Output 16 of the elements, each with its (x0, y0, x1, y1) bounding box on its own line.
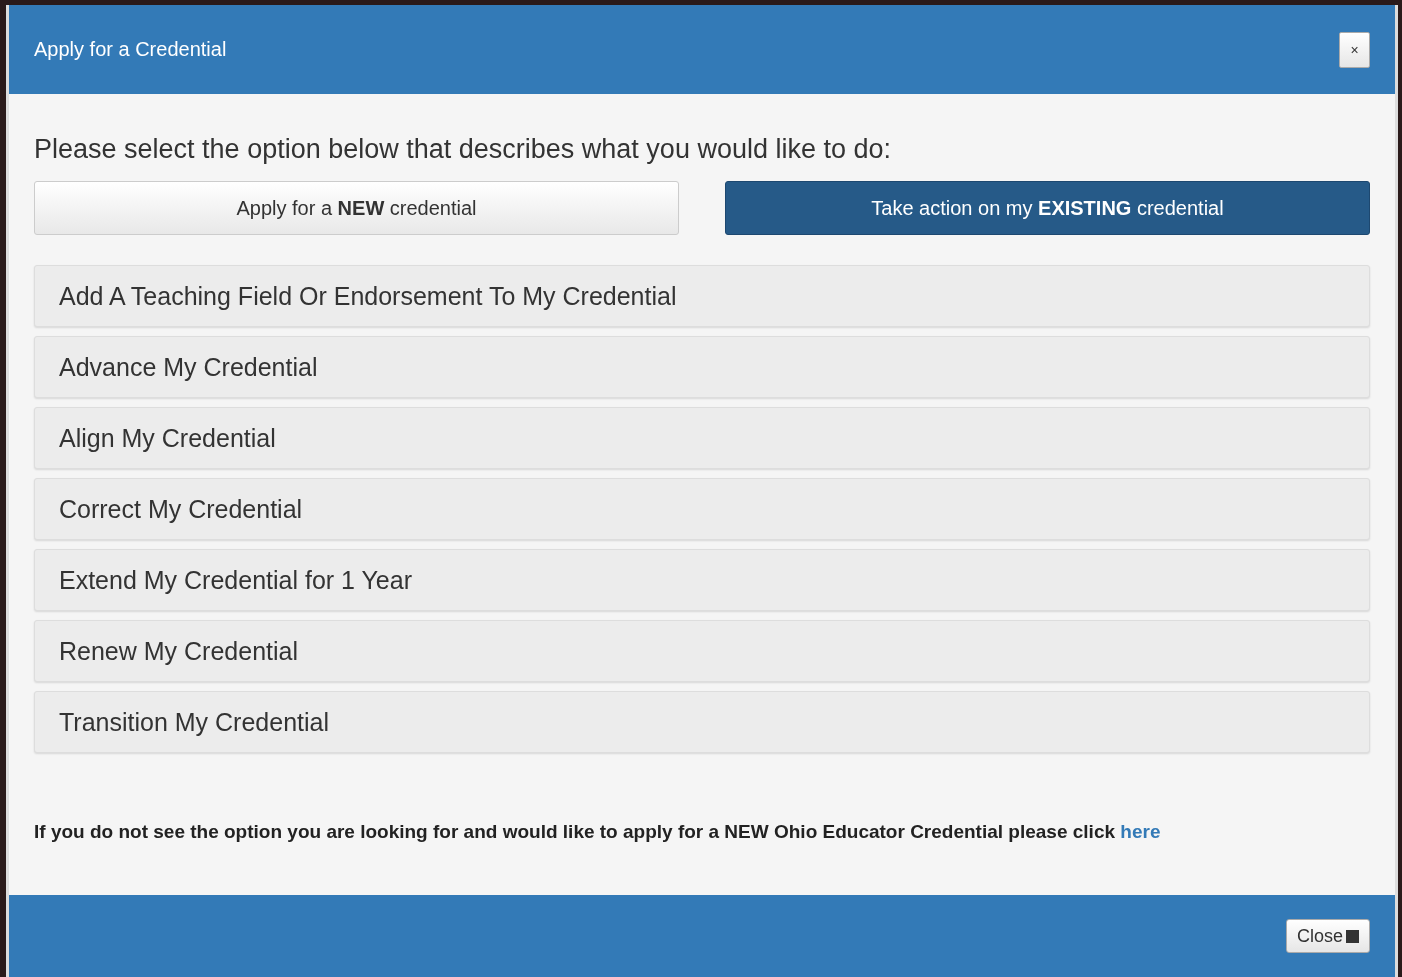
close-button[interactable]: × (1339, 31, 1370, 68)
choice-button[interactable]: Take action on my EXISTING credential (725, 181, 1370, 235)
close-button[interactable]: Close (1285, 919, 1370, 953)
option-item[interactable]: Transition My Credential (34, 691, 1370, 753)
prompt-text: Please select the option below that describes what you would like to do: (34, 134, 892, 165)
dialog-title: Apply for a Credential (34, 38, 227, 61)
stop-icon (1346, 929, 1359, 943)
option-item[interactable]: Align My Credential (34, 407, 1370, 469)
note-text: If you do not see the option you are looking for and would like to apply for a NEW Ohio Educator Credential please click here (34, 821, 1162, 843)
choice-button[interactable]: Apply for a NEW credential (34, 181, 679, 235)
option-item[interactable]: Add A Teaching Field Or Endorsement To My Credential (34, 265, 1370, 327)
option-item[interactable]: Extend My Credential for 1 Year (34, 549, 1370, 611)
option-item[interactable]: Renew My Credential (34, 620, 1370, 682)
option-item[interactable]: Advance My Credential (34, 336, 1370, 398)
option-item[interactable]: Correct My Credential (34, 478, 1370, 540)
here-link[interactable]: here (1120, 821, 1161, 842)
